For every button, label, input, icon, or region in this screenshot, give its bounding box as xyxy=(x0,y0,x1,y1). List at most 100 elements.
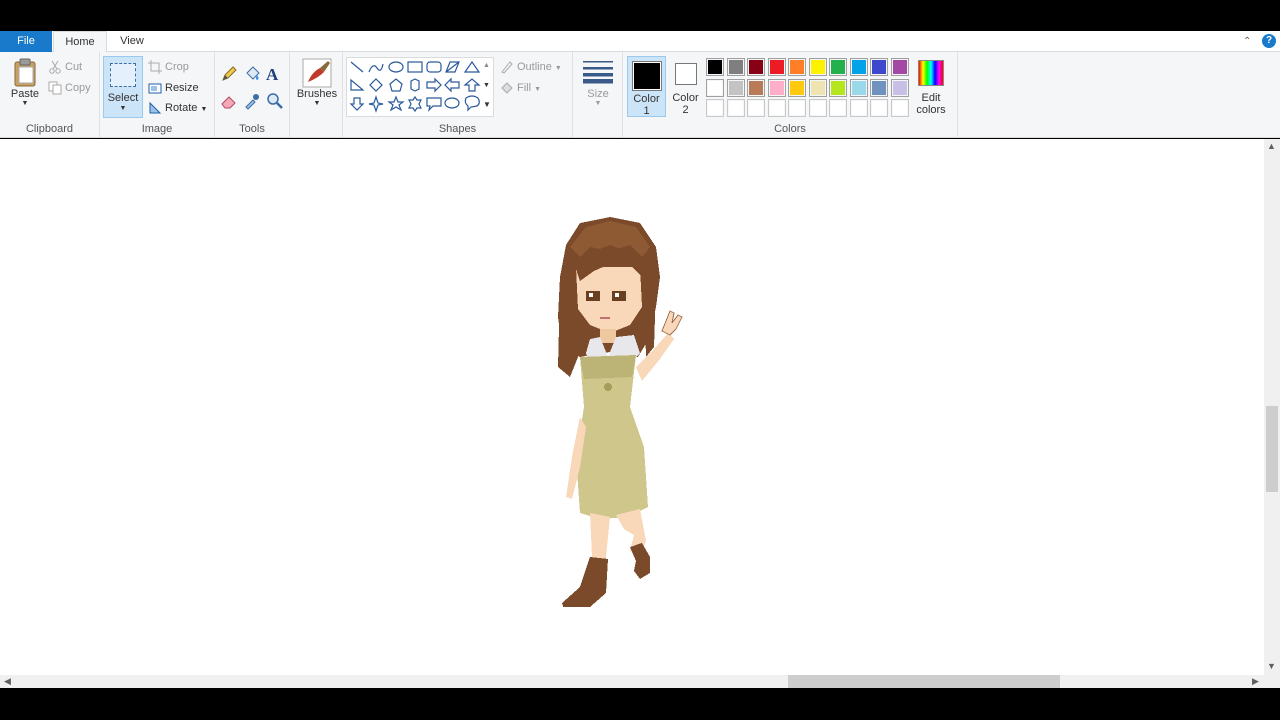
palette-swatch-color xyxy=(749,101,763,115)
palette-swatch[interactable] xyxy=(726,78,745,97)
palette-swatch[interactable] xyxy=(767,78,786,97)
palette-swatch[interactable] xyxy=(706,58,724,76)
palette-swatch[interactable] xyxy=(870,78,888,97)
brushes-dropdown-icon[interactable]: ▼ xyxy=(294,100,340,107)
horizontal-scrollbar[interactable]: ◀ ▶ xyxy=(0,675,1264,688)
scroll-right-arrow-icon[interactable]: ▶ xyxy=(1252,676,1259,687)
tab-home[interactable]: Home xyxy=(53,31,107,53)
fill-label: Fill xyxy=(517,82,532,94)
palette-swatch[interactable] xyxy=(767,58,786,76)
outline-dropdown-icon[interactable]: ▼ xyxy=(555,65,562,72)
scroll-down-arrow-icon[interactable]: ▼ xyxy=(1267,661,1276,671)
palette-swatch[interactable] xyxy=(767,99,786,117)
screen-bottom-letterbox xyxy=(0,688,1280,720)
shapes-scroll-up-icon[interactable]: ▲ xyxy=(483,62,490,69)
palette-swatch[interactable] xyxy=(788,58,806,76)
palette-swatch-color xyxy=(728,101,743,115)
scrollbar-corner xyxy=(1264,675,1280,688)
rotate-icon xyxy=(148,101,162,115)
palette-swatch[interactable] xyxy=(726,99,745,117)
pencil-tool[interactable] xyxy=(220,65,238,86)
horizontal-scroll-thumb[interactable] xyxy=(788,675,1060,688)
size-button[interactable]: Size ▼ xyxy=(580,58,616,107)
palette-swatch[interactable] xyxy=(890,99,909,117)
shapes-expand-icon[interactable]: ▼ xyxy=(483,100,491,109)
fill-tool[interactable] xyxy=(243,65,261,86)
cut-button[interactable]: Cut xyxy=(48,58,82,76)
color-picker-icon xyxy=(245,94,259,110)
palette-swatch[interactable] xyxy=(870,99,888,117)
palette-swatch-color xyxy=(769,60,784,74)
shapes-group-label: Shapes xyxy=(438,123,477,135)
palette-swatch-color xyxy=(851,60,866,74)
palette-swatch-color xyxy=(708,80,722,95)
palette-swatch[interactable] xyxy=(706,78,724,97)
palette-swatch[interactable] xyxy=(829,58,847,76)
vertical-scroll-thumb[interactable] xyxy=(1266,406,1278,492)
color-picker-tool[interactable] xyxy=(243,92,261,113)
palette-swatch[interactable] xyxy=(726,58,745,76)
outline-label: Outline xyxy=(517,61,552,73)
collapse-ribbon-icon[interactable]: ⌃ xyxy=(1243,36,1251,47)
palette-swatch[interactable] xyxy=(747,99,765,117)
help-icon[interactable]: ? xyxy=(1262,34,1276,48)
paste-button[interactable]: Paste ▼ xyxy=(6,56,44,118)
fill-dropdown-icon[interactable]: ▼ xyxy=(534,86,541,93)
tab-file[interactable]: File xyxy=(0,31,52,52)
palette-swatch-color xyxy=(749,80,763,95)
vertical-scrollbar[interactable]: ▲ ▼ xyxy=(1264,139,1280,675)
color1-button[interactable]: Color 1 xyxy=(627,56,666,117)
scroll-up-arrow-icon[interactable]: ▲ xyxy=(1267,141,1276,151)
palette-swatch[interactable] xyxy=(829,78,847,97)
palette-swatch[interactable] xyxy=(747,78,765,97)
palette-swatch[interactable] xyxy=(788,78,806,97)
resize-button[interactable]: Resize xyxy=(148,79,199,97)
brushes-button[interactable]: Brushes ▼ xyxy=(294,56,340,107)
palette-swatch-color xyxy=(810,80,825,95)
select-button[interactable]: Select ▼ xyxy=(103,56,143,118)
outline-button[interactable]: Outline ▼ xyxy=(500,58,562,76)
palette-swatch[interactable] xyxy=(808,78,827,97)
palette-swatch[interactable] xyxy=(890,78,909,97)
size-dropdown-icon[interactable]: ▼ xyxy=(580,100,616,107)
palette-swatch-color xyxy=(728,80,743,95)
magnifier-tool[interactable] xyxy=(266,92,284,113)
crop-button[interactable]: Crop xyxy=(148,58,189,76)
rotate-button[interactable]: Rotate ▼ xyxy=(148,99,207,117)
rotate-dropdown-icon[interactable]: ▼ xyxy=(200,106,207,113)
pencil-icon xyxy=(222,66,237,81)
tools-group-label: Tools xyxy=(239,123,265,135)
eraser-tool[interactable] xyxy=(220,92,238,113)
shapes-scroll-down-icon[interactable]: ▼ xyxy=(483,82,490,89)
palette-swatch[interactable] xyxy=(788,99,806,117)
paste-dropdown-icon[interactable]: ▼ xyxy=(6,100,44,107)
text-tool[interactable]: A xyxy=(266,65,278,85)
rainbow-palette-icon xyxy=(918,60,944,86)
palette-swatch[interactable] xyxy=(808,58,827,76)
fill-button[interactable]: Fill ▼ xyxy=(500,79,541,97)
palette-swatch-color xyxy=(892,80,907,95)
palette-swatch[interactable] xyxy=(829,99,847,117)
palette-swatch[interactable] xyxy=(706,99,724,117)
palette-swatch[interactable] xyxy=(870,58,888,76)
pixel-art-girl-image xyxy=(558,217,683,607)
crop-icon xyxy=(148,60,162,75)
image-group-label: Image xyxy=(141,123,173,135)
palette-swatch[interactable] xyxy=(849,78,868,97)
copy-button[interactable]: Copy xyxy=(48,79,91,97)
palette-swatch-color xyxy=(790,101,804,115)
palette-swatch[interactable] xyxy=(808,99,827,117)
shapes-gallery[interactable]: ▲ ▼ ▼ xyxy=(346,57,494,117)
color2-button[interactable]: Color 2 xyxy=(667,56,704,117)
select-dropdown-icon[interactable]: ▼ xyxy=(104,105,142,112)
palette-swatch[interactable] xyxy=(747,58,765,76)
palette-swatch[interactable] xyxy=(890,58,909,76)
scroll-left-arrow-icon[interactable]: ◀ xyxy=(4,676,11,687)
palette-swatch[interactable] xyxy=(849,58,868,76)
drawing-canvas[interactable] xyxy=(0,139,1264,675)
edit-colors-button[interactable]: Edit colors xyxy=(913,57,949,119)
palette-swatch[interactable] xyxy=(849,99,868,117)
palette-swatch-color xyxy=(790,60,804,74)
clipboard-group-label: Clipboard xyxy=(25,123,74,135)
tab-view[interactable]: View xyxy=(108,31,156,52)
